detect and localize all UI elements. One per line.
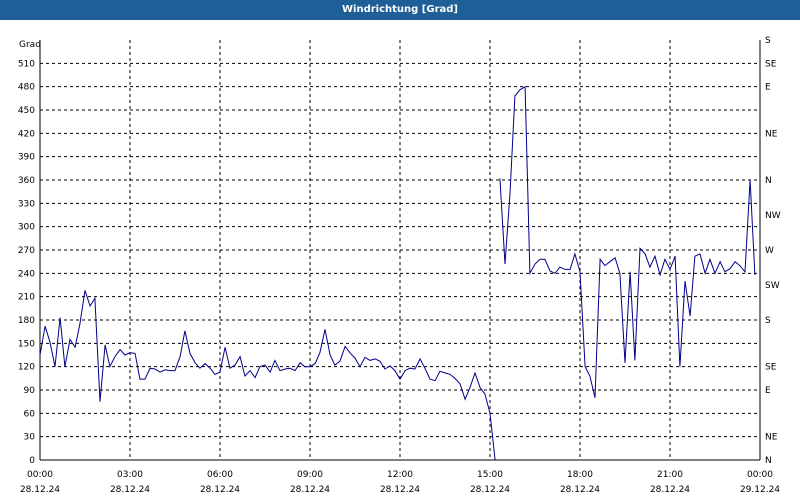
x-tick-date: 28.12.24 xyxy=(650,485,690,495)
x-tick-time: 21:00 xyxy=(657,470,683,480)
x-tick-date: 28.12.24 xyxy=(110,485,150,495)
y-tick-label: 30 xyxy=(24,433,36,443)
y-tick-label: 390 xyxy=(18,153,35,163)
x-tick-time: 00:00 xyxy=(27,470,53,480)
y-tick-label: 270 xyxy=(18,246,35,256)
x-tick-time: 03:00 xyxy=(117,470,143,480)
right-tick-label: NE xyxy=(765,433,778,443)
x-tick-date: 28.12.24 xyxy=(20,485,60,495)
x-tick-time: 18:00 xyxy=(567,470,593,480)
y-tick-label: 240 xyxy=(18,269,35,279)
x-tick-time: 12:00 xyxy=(387,470,413,480)
x-tick-time: 06:00 xyxy=(207,470,233,480)
y-tick-label: 180 xyxy=(18,316,35,326)
y-tick-label: 60 xyxy=(24,409,36,419)
y-tick-label: 450 xyxy=(18,106,35,116)
y-tick-label: 150 xyxy=(18,339,35,349)
x-tick-date: 28.12.24 xyxy=(560,485,600,495)
y-tick-label: 210 xyxy=(18,293,35,303)
wind-direction-chart: 0 30 60 90 120 150 180 210 240 270 300 330 360 390 420… xyxy=(18,36,781,495)
series-line xyxy=(39,290,496,461)
right-tick-label: E xyxy=(765,83,771,93)
right-tick-label: SW xyxy=(765,281,780,291)
x-tick-date: 29.12.24 xyxy=(740,485,780,495)
grid-lines xyxy=(40,40,760,460)
right-tick-label: NE xyxy=(765,129,778,139)
right-tick-label: SE xyxy=(765,59,777,69)
right-tick-label: S xyxy=(765,36,771,46)
y-tick-label: 360 xyxy=(18,176,35,186)
right-tick-label: NW xyxy=(765,211,781,221)
y-axis-ticks: 0 30 60 90 120 150 180 210 240 270 300 330 360 390 420… xyxy=(18,59,35,466)
right-tick-label: N xyxy=(765,456,772,466)
x-tick-date: 28.12.24 xyxy=(380,485,420,495)
x-axis-ticks: 00:00 28.12.24 03:00 28.12.24 06:00 28.12.24 0… xyxy=(20,470,780,495)
x-tick-date: 28.12.24 xyxy=(470,485,510,495)
y-axis-label: Grad xyxy=(19,40,41,50)
right-tick-label: SE xyxy=(765,363,777,373)
right-tick-label: W xyxy=(765,246,774,256)
y-tick-label: 420 xyxy=(18,129,35,139)
right-axis-ticks: N NE E SE S SW W NW N NE E SE S xyxy=(765,36,781,466)
chart-title: Windrichtung [Grad] xyxy=(0,0,800,20)
right-tick-label: N xyxy=(765,176,772,186)
y-tick-label: 0 xyxy=(29,456,35,466)
y-tick-label: 330 xyxy=(18,199,35,209)
right-tick-label: S xyxy=(765,316,771,326)
y-tick-label: 510 xyxy=(18,59,35,69)
x-tick-time: 09:00 xyxy=(297,470,323,480)
y-tick-label: 120 xyxy=(18,363,35,373)
y-tick-label: 90 xyxy=(24,386,36,396)
x-tick-date: 28.12.24 xyxy=(200,485,240,495)
right-tick-label: E xyxy=(765,386,771,396)
x-tick-time: 00:00 xyxy=(747,470,773,480)
x-tick-date: 28.12.24 xyxy=(290,485,330,495)
y-tick-label: 480 xyxy=(18,83,35,93)
y-tick-label: 300 xyxy=(18,223,35,233)
x-tick-time: 15:00 xyxy=(477,470,503,480)
